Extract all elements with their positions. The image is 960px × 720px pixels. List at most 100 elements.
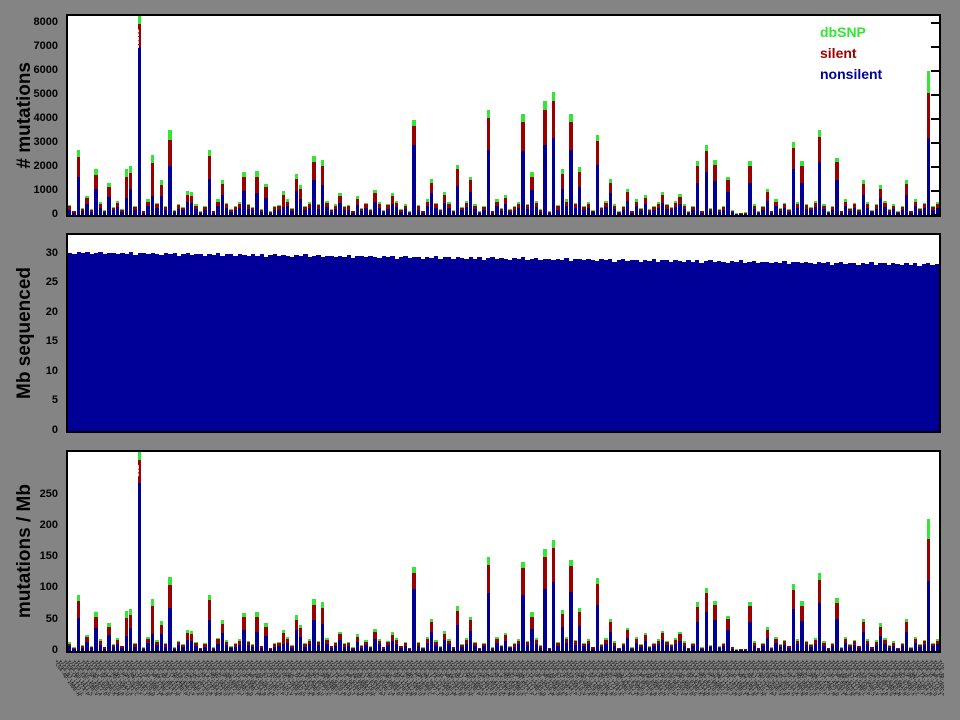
- stacked-bar: [800, 16, 804, 215]
- stacked-bar: [652, 452, 656, 651]
- stacked-bar: [246, 16, 251, 215]
- bar-segment: [508, 211, 512, 215]
- bar-segment: [774, 206, 778, 215]
- bar-segment: [229, 211, 233, 215]
- bar-segment: [107, 186, 111, 198]
- y-tick-label: 250: [39, 487, 58, 500]
- bar-segment: [704, 151, 708, 172]
- stacked-bar: [669, 452, 674, 651]
- stacked-bar: [89, 452, 94, 651]
- stacked-bar: [299, 16, 303, 215]
- bar-segment: [107, 626, 111, 636]
- bar-segment: [355, 642, 360, 651]
- bar-segment: [512, 209, 517, 215]
- stacked-bar: [360, 452, 364, 651]
- bar-segment: [307, 207, 312, 215]
- bar-segment: [626, 192, 630, 201]
- stacked-bar: [800, 452, 804, 651]
- stacked-bar: [316, 16, 320, 215]
- bar-segment: [569, 150, 573, 215]
- stacked-bar: [342, 16, 347, 215]
- stacked-bar: [490, 452, 495, 651]
- stacked-bar: [390, 452, 394, 651]
- bar-segment: [320, 165, 325, 186]
- stacked-bar: [665, 16, 669, 215]
- bar-segment: [129, 165, 133, 174]
- stacked-bar: [726, 16, 730, 215]
- bar-segment: [486, 564, 490, 594]
- bar-segment: [316, 208, 320, 215]
- bar-segment: [246, 208, 251, 215]
- bar-segment: [425, 643, 429, 651]
- stacked-bar: [216, 452, 220, 651]
- stacked-bar: [534, 16, 538, 215]
- stacked-bar: [887, 452, 892, 651]
- bar-segment: [865, 644, 870, 651]
- bar-segment: [412, 126, 416, 146]
- stacked-bar: [89, 16, 94, 215]
- stacked-bar: [486, 16, 490, 215]
- stacked-bar: [639, 16, 643, 215]
- bar-segment: [333, 209, 338, 215]
- bar-segment: [551, 539, 556, 549]
- stacked-bar: [578, 452, 582, 651]
- bar-segment: [830, 209, 835, 215]
- stacked-bar: [211, 452, 216, 651]
- bar-segment: [482, 646, 486, 651]
- bar-segment: [460, 646, 464, 651]
- stacked-bar: [394, 16, 399, 215]
- stacked-bar: [813, 452, 817, 651]
- bar-segment: [687, 649, 691, 651]
- stacked-bar: [185, 452, 190, 651]
- bar-segment: [203, 209, 207, 215]
- bar-segment: [691, 646, 695, 651]
- bar-segment: [150, 599, 155, 607]
- bar-segment: [486, 109, 490, 118]
- stacked-bar: [203, 16, 207, 215]
- bar-segment: [726, 630, 730, 651]
- stacked-bar: [155, 16, 159, 215]
- bar-segment: [281, 206, 285, 215]
- bar-segment: [76, 617, 81, 651]
- bar-segment: [560, 614, 565, 628]
- bar-segment: [778, 211, 783, 215]
- bar-segment: [695, 182, 700, 215]
- stacked-bar: [329, 16, 333, 215]
- stacked-bar: [787, 452, 791, 651]
- stacked-bar: [181, 16, 185, 215]
- stacked-bar: [320, 452, 325, 651]
- stacked-bar: [717, 452, 721, 651]
- bar-segment: [708, 211, 713, 215]
- bar-segment: [591, 648, 595, 651]
- stacked-bar: [704, 452, 708, 651]
- bar-segment: [791, 169, 796, 215]
- stacked-bar: [377, 16, 381, 215]
- stacked-bar: [626, 452, 630, 651]
- bar-segment: [255, 193, 259, 215]
- stacked-bar: [268, 16, 272, 215]
- stacked-bar: [665, 452, 669, 651]
- bar-segment: [277, 646, 281, 651]
- bar-segment: [599, 210, 604, 215]
- bar-segment: [129, 614, 133, 629]
- bar-segment: [717, 648, 721, 651]
- bar-segment: [582, 646, 586, 651]
- stacked-bar: [351, 452, 355, 651]
- bar-segment: [926, 518, 931, 539]
- stacked-bar: [595, 452, 599, 651]
- bar-segment: [451, 648, 456, 651]
- stacked-bar: [203, 452, 207, 651]
- stacked-bar: [456, 16, 460, 215]
- bar-segment: [438, 211, 442, 215]
- panel-mutations-per-mb: 788: [66, 450, 941, 653]
- stacked-bar: [469, 16, 473, 215]
- bar-segment: [220, 183, 224, 195]
- bar-segment: [700, 648, 704, 651]
- bar-segment: [822, 209, 826, 215]
- bar-segment: [377, 644, 381, 651]
- bar-segment: [416, 646, 421, 651]
- bar-segment: [835, 180, 839, 215]
- bar-segment: [129, 188, 133, 215]
- bar-segment: [678, 196, 682, 204]
- stacked-bar: [473, 16, 477, 215]
